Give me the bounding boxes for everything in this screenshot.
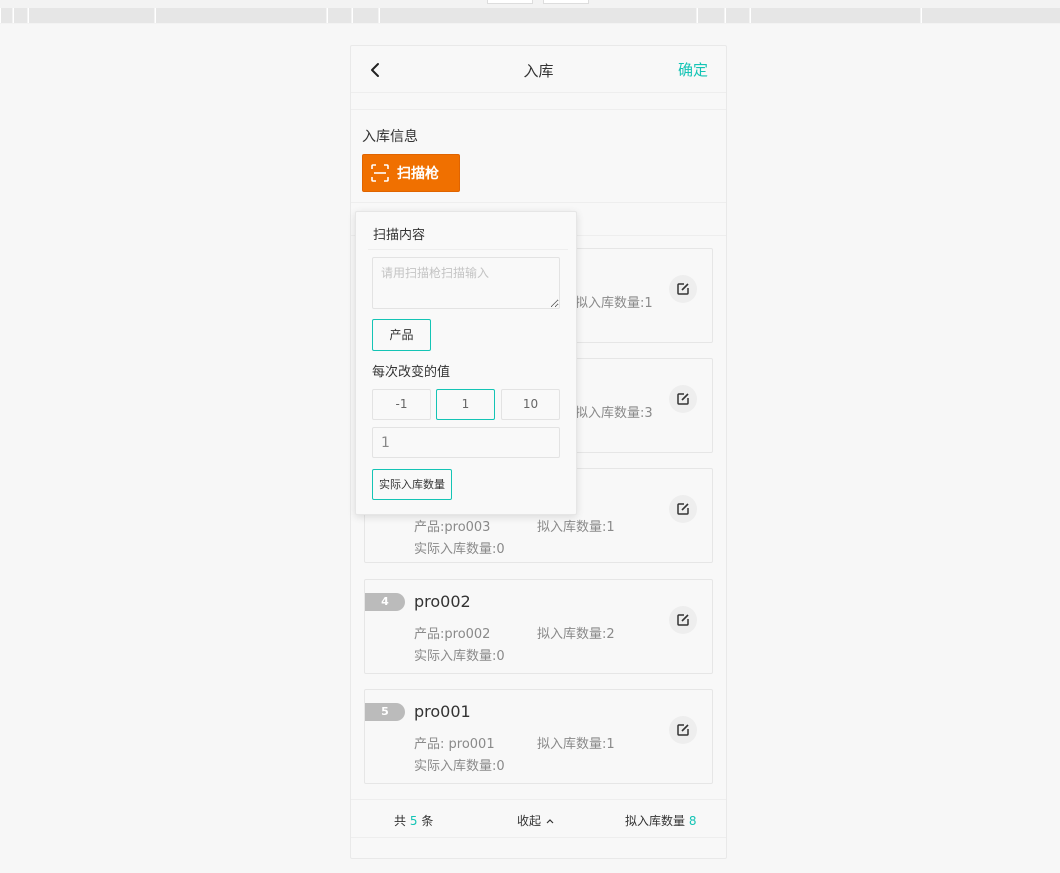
scan-icon bbox=[371, 164, 389, 182]
step-label: 每次改变的值 bbox=[372, 365, 451, 380]
total-prefix: 共 bbox=[394, 814, 407, 828]
section-title: 入库信息 bbox=[362, 129, 418, 145]
list-item: 5 pro001 产品: pro001 拟入库数量:1 实际入库数量:0 bbox=[364, 689, 713, 784]
summary-footer: 共 5 条 收起 拟入库数量 8 bbox=[351, 799, 726, 838]
item-index-badge: 5 bbox=[365, 703, 405, 721]
item-actual-qty: 实际入库数量:0 bbox=[414, 542, 505, 557]
planned-total-label: 拟入库数量 bbox=[625, 814, 686, 828]
scan-input[interactable] bbox=[372, 257, 560, 309]
step-value-input[interactable] bbox=[372, 427, 560, 458]
item-planned-qty: 拟入库数量:1 bbox=[537, 737, 615, 752]
item-planned-qty: 拟入库数量:2 bbox=[537, 627, 615, 642]
scan-gun-button[interactable]: 扫描枪 bbox=[362, 154, 460, 192]
edit-icon[interactable] bbox=[669, 385, 697, 413]
toolbar-segment bbox=[379, 8, 696, 23]
total-count: 共 5 条 bbox=[394, 812, 433, 829]
toolbar-segment bbox=[155, 8, 326, 23]
product-type-button[interactable]: 产品 bbox=[372, 319, 431, 351]
collapse-label: 收起 bbox=[517, 814, 542, 828]
toolbar-segment bbox=[0, 8, 12, 23]
toolbar-segment bbox=[750, 8, 920, 23]
page-title: 入库 bbox=[523, 62, 554, 80]
toolbar-segment bbox=[327, 8, 351, 23]
divider bbox=[351, 202, 726, 203]
item-planned-qty: 拟入库数量:1 bbox=[575, 296, 653, 311]
step-ten-button[interactable]: 10 bbox=[501, 389, 560, 420]
scan-popover: 扫描内容 产品 每次改变的值 -1 1 10 实际入库数量 bbox=[355, 211, 577, 515]
edit-icon[interactable] bbox=[669, 606, 697, 634]
item-planned-qty: 拟入库数量:3 bbox=[575, 406, 653, 421]
edit-icon[interactable] bbox=[669, 495, 697, 523]
item-actual-qty: 实际入库数量:0 bbox=[414, 759, 505, 774]
browser-toolbar-strip bbox=[0, 0, 1060, 24]
planned-total: 拟入库数量 8 bbox=[625, 812, 696, 829]
item-name: pro002 bbox=[414, 592, 471, 611]
total-suffix: 条 bbox=[421, 814, 434, 828]
toolbar-segment bbox=[725, 8, 749, 23]
edit-icon[interactable] bbox=[669, 716, 697, 744]
list-item: 4 pro002 产品:pro002 拟入库数量:2 实际入库数量:0 bbox=[364, 579, 713, 674]
nav-bar: 入库 确定 bbox=[351, 46, 726, 93]
toolbar-segment bbox=[697, 8, 724, 23]
item-product: 产品: pro001 bbox=[414, 737, 495, 752]
toolbar-segment bbox=[921, 8, 1060, 23]
item-index-badge: 4 bbox=[365, 593, 405, 611]
scan-gun-label: 扫描枪 bbox=[397, 166, 439, 182]
planned-total-value: 8 bbox=[688, 814, 697, 828]
step-minus-one-button[interactable]: -1 bbox=[372, 389, 431, 420]
collapse-button[interactable]: 收起 bbox=[517, 812, 555, 829]
divider bbox=[368, 249, 568, 250]
item-product: 产品:pro002 bbox=[414, 627, 491, 642]
item-actual-qty: 实际入库数量:0 bbox=[414, 649, 505, 664]
item-product: 产品:pro003 bbox=[414, 520, 491, 535]
toolbar-tab bbox=[487, 0, 533, 4]
popover-title: 扫描内容 bbox=[373, 228, 426, 243]
toolbar-segment bbox=[352, 8, 378, 23]
item-name: pro001 bbox=[414, 702, 471, 721]
toolbar-segment bbox=[28, 8, 154, 23]
item-planned-qty: 拟入库数量:1 bbox=[537, 520, 615, 535]
chevron-up-icon bbox=[546, 819, 554, 824]
toolbar-segment bbox=[13, 8, 27, 23]
actual-qty-target-button[interactable]: 实际入库数量 bbox=[372, 469, 452, 500]
toolbar-tab bbox=[543, 0, 589, 4]
divider bbox=[351, 109, 726, 110]
confirm-button[interactable]: 确定 bbox=[678, 59, 708, 80]
total-count-value: 5 bbox=[409, 814, 418, 828]
step-one-button[interactable]: 1 bbox=[436, 389, 495, 420]
edit-icon[interactable] bbox=[669, 275, 697, 303]
